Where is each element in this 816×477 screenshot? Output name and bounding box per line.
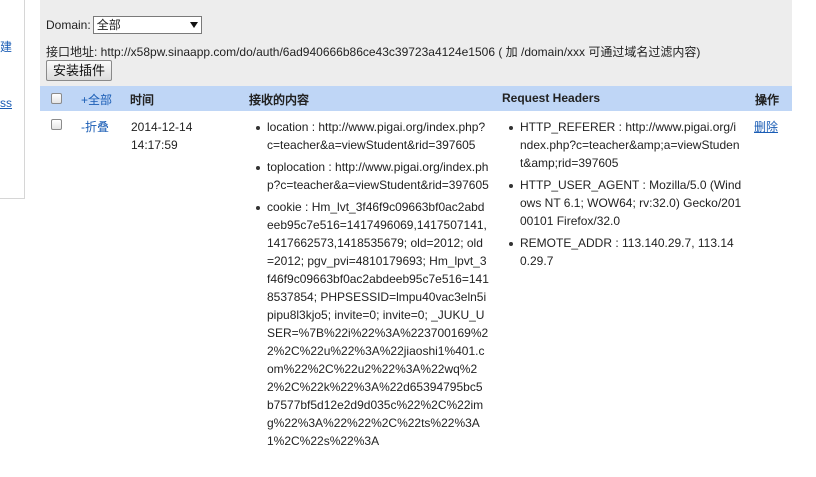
delete-link[interactable]: 删除	[754, 118, 778, 135]
header-item-remote-addr: REMOTE_ADDR : 113.140.29.7, 113.140.29.7	[509, 234, 742, 270]
row-date: 2014-12-14	[131, 120, 193, 134]
table-header: +全部 时间 接收的内容 Request Headers 操作	[40, 86, 792, 111]
install-plugin-button[interactable]: 安装插件	[46, 60, 113, 81]
column-header-time: 时间	[130, 93, 155, 107]
header-item-user-agent: HTTP_USER_AGENT : Mozilla/5.0 (Windows N…	[509, 178, 742, 228]
chevron-down-icon	[189, 22, 198, 28]
domain-select[interactable]: 全部	[92, 16, 202, 34]
select-all-checkbox[interactable]	[51, 93, 62, 104]
row-time: 14:17:59	[131, 138, 178, 152]
column-header-content: 接收的内容	[249, 93, 310, 107]
row-checkbox[interactable]	[51, 119, 62, 130]
content-item-toplocation: toplocation : http://www.pigai.org/index…	[256, 160, 489, 192]
column-header-operation: 操作	[755, 93, 780, 107]
domain-filter: Domain: 全部	[46, 16, 202, 34]
sidebar-link-2[interactable]: ss	[0, 96, 12, 110]
domain-label: Domain:	[46, 18, 91, 32]
row-timestamp: 2014-12-14 14:17:59	[131, 118, 192, 154]
collapse-link[interactable]: -折叠	[81, 118, 109, 135]
received-content-list: location : http://www.pigai.org/index.ph…	[256, 118, 489, 454]
expand-all-link[interactable]: +全部	[81, 91, 112, 108]
api-address: 接口地址: http://x58pw.sinaapp.com/do/auth/6…	[46, 45, 701, 59]
column-header-request-headers: Request Headers	[502, 91, 601, 105]
toolbar: Domain: 全部 接口地址: http://x58pw.sinaapp.co…	[40, 0, 792, 86]
request-headers-list: HTTP_REFERER : http://www.pigai.org/inde…	[509, 118, 742, 274]
content-item-location: location : http://www.pigai.org/index.ph…	[256, 118, 489, 154]
content-item-cookie: cookie : Hm_lvt_3f46f9c09663bf0ac2abdeeb…	[256, 200, 489, 448]
header-item-referer: HTTP_REFERER : http://www.pigai.org/inde…	[509, 118, 742, 172]
domain-select-value: 全部	[96, 18, 121, 32]
sidebar-link-1[interactable]: 建	[0, 38, 12, 55]
left-sidebar: 建 ss	[0, 0, 25, 199]
